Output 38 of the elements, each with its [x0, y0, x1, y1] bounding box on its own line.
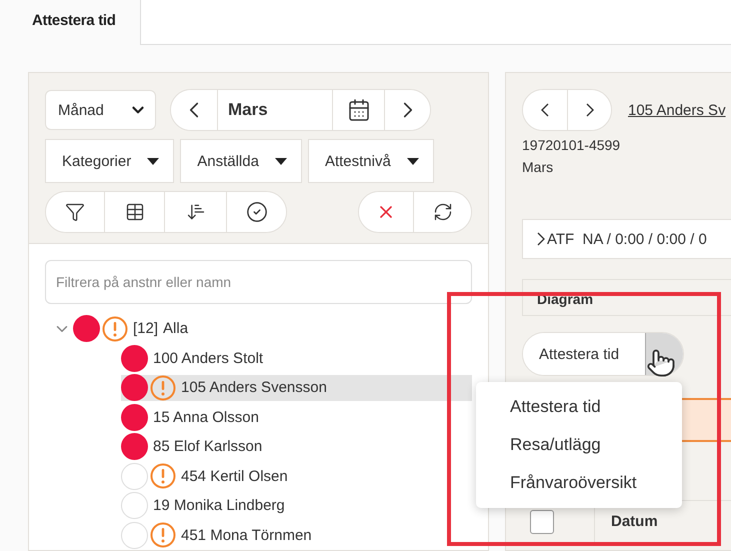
approve-button[interactable]	[226, 192, 286, 232]
menu-item[interactable]: Attestera tid	[476, 388, 682, 426]
caret-icon	[147, 158, 160, 164]
tree-item[interactable]: 454 Kertil Olsen	[181, 468, 288, 485]
menu-item[interactable]: Frånvaroöversikt	[476, 464, 682, 502]
employee-id: 19720101-4599	[522, 137, 622, 153]
chevron-left-icon	[541, 103, 549, 117]
tree-item[interactable]: 15 Anna Olsson	[153, 408, 259, 426]
tree-item[interactable]: 451 Mona Törnmen	[181, 526, 312, 544]
sort-icon	[186, 202, 206, 222]
chevron-right-icon	[586, 103, 594, 117]
refresh-icon	[432, 202, 452, 222]
tree-item[interactable]: Alla	[163, 320, 188, 338]
tree-item[interactable]: 85 Elof Karlsson	[153, 438, 262, 456]
refresh-button[interactable]	[413, 192, 471, 232]
menu-item[interactable]: Resa/utlägg	[476, 426, 682, 464]
checkbox[interactable]	[530, 510, 554, 534]
period-select[interactable]: Månad	[45, 90, 156, 130]
select-value: Månad	[58, 102, 104, 118]
table-icon	[124, 202, 144, 222]
check-circle-icon	[246, 201, 268, 223]
filter-dropdown[interactable]: Anställda	[180, 139, 302, 183]
tree-item[interactable]: 100 Anders Stolt	[153, 350, 264, 367]
tree-item[interactable]: 19 Monika Lindberg	[153, 497, 285, 514]
filter-dropdown[interactable]: Attestnivå	[308, 139, 434, 183]
caret-icon	[406, 158, 419, 164]
caret-icon	[274, 158, 287, 164]
calendar-icon	[346, 98, 370, 122]
section-header: Diagram	[522, 279, 731, 316]
count-label: [12]	[133, 320, 158, 338]
filter-dropdown[interactable]: Kategorier	[45, 139, 174, 183]
summary-row[interactable]: ATF NA / 0:00 / 0:00 / 0	[522, 219, 731, 259]
filter-icon	[65, 202, 85, 222]
period-text: Mars	[522, 159, 554, 175]
search-field[interactable]: Filtrera på anstnr eller namn	[45, 260, 472, 304]
tree-item[interactable]: 105 Anders Svensson	[181, 379, 327, 396]
employee-link[interactable]: 105 Anders Sv	[628, 102, 726, 118]
selected-row[interactable]: 105 Anders Svensson	[121, 374, 472, 401]
